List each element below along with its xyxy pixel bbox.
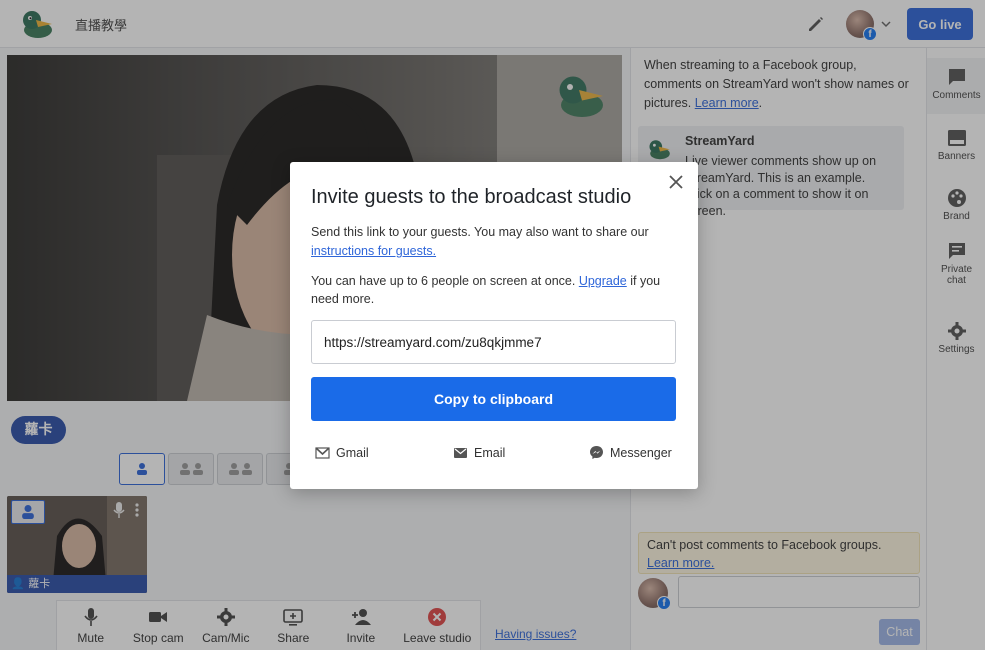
share-email-label: Email — [474, 445, 506, 460]
share-messenger-label: Messenger — [610, 445, 672, 460]
share-gmail-button[interactable]: Gmail — [315, 445, 369, 460]
upgrade-link[interactable]: Upgrade — [579, 274, 627, 288]
gmail-icon — [315, 447, 330, 459]
email-icon — [454, 448, 467, 458]
dialog-limit-text: You can have up to 6 people on screen at… — [311, 274, 579, 288]
copy-to-clipboard-button[interactable]: Copy to clipboard — [311, 377, 676, 421]
invite-link-field[interactable] — [311, 320, 676, 364]
dialog-instructions-text: Send this link to your guests. You may a… — [311, 225, 649, 239]
invite-guests-dialog: Invite guests to the broadcast studio Se… — [290, 162, 698, 489]
close-icon[interactable] — [668, 174, 684, 190]
dialog-limit-note: You can have up to 6 people on screen at… — [311, 272, 671, 308]
share-gmail-label: Gmail — [336, 445, 369, 460]
dialog-instructions: Send this link to your guests. You may a… — [311, 223, 671, 261]
guest-instructions-link[interactable]: instructions for guests. — [311, 244, 436, 258]
share-email-button[interactable]: Email — [453, 445, 505, 460]
dialog-title: Invite guests to the broadcast studio — [311, 186, 632, 208]
messenger-icon — [590, 446, 603, 459]
share-options: Gmail Email Messenger — [311, 445, 676, 463]
share-messenger-button[interactable]: Messenger — [589, 445, 672, 460]
